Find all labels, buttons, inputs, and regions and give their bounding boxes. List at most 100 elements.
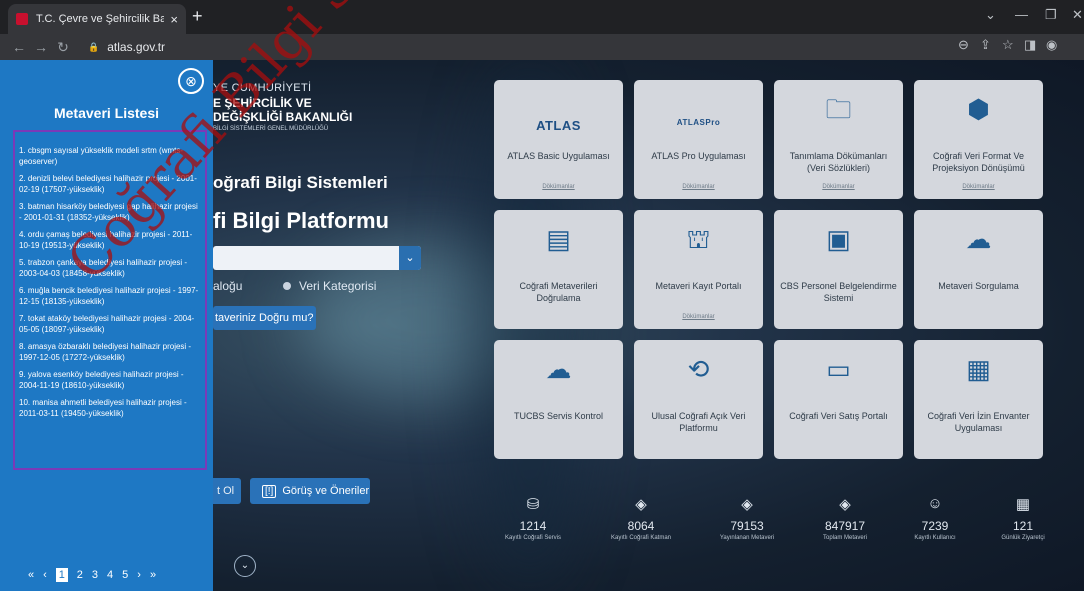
radio-katalog-label[interactable]: aloğu [213,279,242,293]
card-label: ATLAS Basic Uygulaması [507,151,610,161]
reload-icon[interactable]: ↻ [52,39,74,56]
report-icon: ▤ [546,224,571,254]
scroll-down-button[interactable]: ⌄ [234,555,256,577]
ministry-line3: DEĞİŞKLİĞİ BAKANLIĞI [213,110,353,124]
back-icon[interactable]: ← [8,39,30,55]
card-label: Coğrafi Metaverileri Doğrulama [519,281,598,303]
zoom-icon[interactable]: ⊖ [958,37,969,53]
documents-icon: ▦ [966,354,991,384]
card-docs-link[interactable]: Dökümanlar [914,184,1043,190]
lock-icon: 🔒 [88,41,100,52]
metadata-sidebar: ⊗ Metaveri Listesi 1. cbsgm sayısal yüks… [0,60,213,591]
tab-close-icon[interactable]: × [170,12,178,27]
page-1-button[interactable]: 1 [55,568,68,582]
list-item[interactable]: 1. cbsgm sayısal yükseklik modeli srtm (… [19,145,201,167]
last-page-button[interactable]: » [150,569,156,581]
list-item[interactable]: 8. amasya özbaraklı belediyesi halihazir… [19,341,201,363]
maximize-button[interactable]: ❐ [1045,7,1057,23]
bookmark-star-icon[interactable]: ☆ [1002,37,1014,53]
list-item[interactable]: 6. muğla bencik belediyesi halihazir pro… [19,285,201,307]
share-icon[interactable]: ⇪ [980,37,991,53]
forward-icon[interactable]: → [30,39,52,55]
url-field[interactable]: 🔒 atlas.gov.tr [88,38,165,56]
stat-total-metadata: ◈ 847917 Toplam Metaveri [800,495,890,541]
id-card-icon: ▣ [826,224,851,254]
profile-icon[interactable]: ◉ [1046,37,1057,53]
cloud-transfer-icon: ☁ [965,224,992,254]
close-sidebar-icon[interactable]: ⊗ [178,68,204,94]
card-label: Metaveri Kayıt Portalı [655,281,742,291]
metadata-check-button[interactable]: taveriniz Doğru mu? [213,306,316,330]
card-docs-link[interactable]: Dökümanlar [634,184,763,190]
card-data-dictionaries[interactable]: 🗀 Tanımlama Dökümanları (Veri Sözlükleri… [774,80,903,199]
stat-label: Kayıtlı Kullanıcı [914,535,956,541]
layers-icon: ◈ [741,496,753,513]
stat-value: 121 [1012,519,1034,533]
ministry-line1: YE CUMHURİYETİ [213,82,312,94]
atlas-pro-logo: ATLASPro [676,118,721,127]
tab-bar: T.C. Çevre ve Şehircilik Bakanlığı × + ⌄… [0,0,1084,34]
stat-label: Kayıtlı Coğrafi Katman [610,535,672,541]
tab-search-icon[interactable]: ⌄ [985,7,996,23]
first-page-button[interactable]: « [28,569,34,581]
metadata-list: 1. cbsgm sayısal yükseklik modeli srtm (… [13,130,207,470]
card-atlas-pro[interactable]: ATLASPro ATLAS Pro Uygulaması Dökümanlar [634,80,763,199]
hero-title: fi Bilgi Platformu [213,208,389,233]
radio-dot-icon[interactable] [283,282,291,290]
stat-value: 79153 [730,519,764,533]
page-2-button[interactable]: 2 [77,569,83,581]
card-label: CBS Personel Belgelendirme Sistemi [780,281,897,303]
list-item[interactable]: 3. batman hisarköy belediyesi gap haliha… [19,201,201,223]
card-metadata-registry[interactable]: ⛫ Metaveri Kayıt Portalı Dökümanlar [634,210,763,329]
chevron-down-icon[interactable]: ⌄ [399,246,421,270]
page-4-button[interactable]: 4 [107,569,113,581]
card-docs-link[interactable]: Dökümanlar [774,184,903,190]
list-item[interactable]: 4. ordu çamaş belediyesi halihazir proje… [19,229,201,251]
upload-cloud-icon: ⟲ [687,354,710,384]
browser-window: T.C. Çevre ve Şehircilik Bakanlığı × + ⌄… [0,0,1084,591]
card-data-sales-portal[interactable]: ▭ Coğrafi Veri Satış Portalı [774,340,903,459]
list-item[interactable]: 10. manisa ahmetli belediyesi halihazir … [19,397,201,419]
card-metadata-query[interactable]: ☁ Metaveri Sorgulama [914,210,1043,329]
stat-label: Kayıtlı Coğrafi Servis [504,535,562,541]
minimize-button[interactable]: — [1015,7,1028,22]
pagination: « ‹ 1 2 3 4 5 › » [28,568,165,582]
cloud-network-icon: ☁ [545,354,572,384]
sidepanel-icon[interactable]: ◨ [1024,37,1036,53]
prev-page-button[interactable]: ‹ [43,569,47,581]
card-personnel-certification[interactable]: ▣ CBS Personel Belgelendirme Sistemi [774,210,903,329]
page-5-button[interactable]: 5 [122,569,128,581]
list-item[interactable]: 7. tokat ataköy belediyesi halihazir pro… [19,313,201,335]
stat-daily-visitors: ▦ 121 Günlük Ziyaretçi [978,495,1068,541]
browser-tab[interactable]: T.C. Çevre ve Şehircilik Bakanlığı × [8,4,186,34]
list-item[interactable]: 5. trabzon çankaya belediyesi halihazir … [19,257,201,279]
list-item[interactable]: 2. denizli belevi belediyesi halihazir p… [19,173,201,195]
card-label: Tanımlama Dökümanları (Veri Sözlükleri) [789,151,888,173]
card-docs-link[interactable]: Dökümanlar [634,314,763,320]
category-select[interactable]: ⌄ [213,246,421,270]
card-tucbs-service-check[interactable]: ☁ TUCBS Servis Kontrol [494,340,623,459]
card-permit-inventory[interactable]: ▦ Coğrafi Veri İzin Envanter Uygulaması [914,340,1043,459]
ministry-line4: BİLGİ SİSTEMLERİ GENEL MÜDÜRLÜĞÜ [213,126,329,132]
card-label: Metaveri Sorgulama [938,281,1019,291]
stat-value: 7239 [921,519,949,533]
card-atlas-basic[interactable]: ATLAS ATLAS Basic Uygulaması Dökümanlar [494,80,623,199]
lock-portal-icon: ⛫ [686,224,711,254]
card-metadata-validation[interactable]: ▤ Coğrafi Metaverileri Doğrulama [494,210,623,329]
radio-veri-kategorisi[interactable]: Veri Kategorisi [283,279,376,293]
card-format-conversion[interactable]: ⬢ Coğrafi Veri Format Ve Projeksiyon Dön… [914,80,1043,199]
radio-veri-kategorisi-label: Veri Kategorisi [299,279,377,293]
feedback-button[interactable]: [!] Görüş ve Öneriler [250,478,370,504]
folder-icon: 🗀 [825,94,852,124]
new-tab-button[interactable]: + [192,6,203,27]
page-3-button[interactable]: 3 [92,569,98,581]
register-button[interactable]: t Ol [213,478,241,504]
close-window-button[interactable]: ✕ [1072,7,1083,23]
stat-value: 1214 [519,519,547,533]
card-open-data-platform[interactable]: ⟲ Ulusal Coğrafi Açık Veri Platformu [634,340,763,459]
card-label: Coğrafi Veri Format Ve Projeksiyon Dönüş… [932,151,1025,173]
card-label: Ulusal Coğrafi Açık Veri Platformu [651,411,746,433]
card-docs-link[interactable]: Dökümanlar [494,184,623,190]
list-item[interactable]: 9. yalova esenköy belediyesi halihazir p… [19,369,201,391]
next-page-button[interactable]: › [137,569,141,581]
